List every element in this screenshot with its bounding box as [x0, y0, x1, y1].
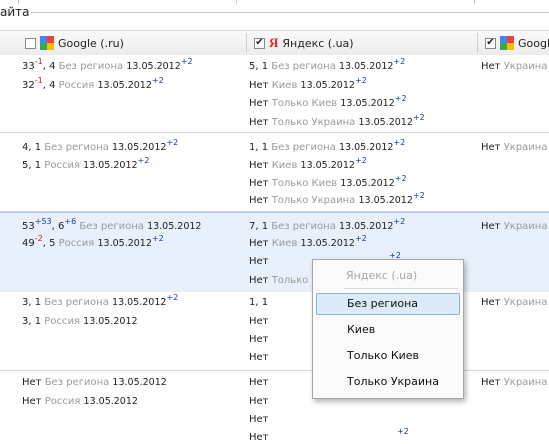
menu-item-no-region[interactable]: Без региона	[316, 293, 460, 315]
yandex-entry: Нет Только Киев 13.05.2012+2	[249, 94, 407, 110]
table-row[interactable]: 3, 1 Без региона 13.05.2012+2 3, 1 Росси…	[0, 292, 549, 371]
google-ru-entry: 3, 1 Россия 13.05.2012	[22, 316, 138, 327]
column-label: Яндекс (.ua)	[282, 36, 354, 50]
column-label: Google	[518, 36, 549, 50]
google-ru-entry: 4, 1 Без региона 13.05.2012+2	[22, 138, 179, 154]
divider-nub	[474, 0, 475, 4]
google-ru-entry: 49-2, 5 Россия 13.05.2012+2	[22, 234, 164, 250]
column-header-google[interactable]: ✔ Google	[485, 31, 549, 55]
column-header: Google (.ru) ✔ Я Яндекс (.ua) ✔ Google	[0, 30, 549, 56]
yandex-entry: Нет Только Украина 13.05.2012+2	[249, 113, 425, 129]
yandex-entry: Нет Киев 13.05.2012+2	[249, 234, 367, 250]
yandex-entry: Нет	[249, 316, 269, 327]
column-header-google-ru[interactable]: Google (.ru)	[25, 31, 124, 55]
yandex-entry: 1, 1 Без региона 13.05.2012+2	[249, 138, 406, 154]
table-row[interactable]: Нет Без региона 13.05.2012 Нет Россия 13…	[0, 371, 549, 444]
column-checkbox[interactable]	[25, 37, 36, 49]
column-divider[interactable]	[246, 33, 247, 53]
table-row-selected[interactable]: 53+53, 6+6 Без региона 13.05.2012 49-2, …	[0, 212, 549, 293]
google-icon	[40, 36, 54, 50]
menu-separator	[344, 288, 458, 289]
context-menu-header: Яндекс (.ua)	[346, 269, 418, 282]
yandex-entry: Нет	[249, 377, 269, 388]
column-checkbox[interactable]: ✔	[254, 37, 265, 49]
google-ru-entry: 32-1, 4 Россия 13.05.2012+2	[22, 76, 164, 92]
context-menu: Яндекс (.ua) Без региона Киев Только Кие…	[312, 259, 464, 399]
menu-item-only-ukraine[interactable]: Только Украина	[316, 371, 460, 393]
yandex-entry: Нет +2	[249, 427, 409, 444]
google-ru-entry: 3, 1 Без региона 13.05.2012+2	[22, 293, 179, 309]
divider-nub	[236, 0, 237, 4]
yandex-entry: 5, 1 Без региона 13.05.2012+2	[249, 57, 406, 73]
table-row[interactable]: 4, 1 Без региона 13.05.2012+2 5, 1 Росси…	[0, 133, 549, 212]
yandex-entry: Нет Киев 13.05.2012+2	[249, 76, 367, 92]
divider-nub	[18, 0, 19, 4]
column-label: Google (.ru)	[58, 36, 124, 50]
google-ru-entry: Нет Без региона 13.05.2012	[22, 377, 167, 388]
google-ru-entry: 53+53, 6+6 Без региона 13.05.2012	[22, 217, 202, 233]
column-checkbox[interactable]: ✔	[485, 37, 496, 49]
google-entry: Нет Украина	[481, 297, 548, 308]
yandex-entry: 1, 1	[249, 297, 269, 308]
yandex-entry: Нет Только	[249, 275, 309, 286]
yandex-entry: Нет	[249, 352, 269, 363]
google-entry: Нет Украина	[481, 377, 548, 388]
yandex-entry: Нет Киев 13.05.2012+2	[249, 156, 367, 172]
google-ru-entry: 5, 1 Россия 13.05.2012+2	[22, 156, 150, 172]
yandex-entry: Нет	[249, 396, 269, 407]
yandex-entry: Нет Только Украина 13.05.2012+2	[249, 191, 425, 207]
separator-rule	[31, 12, 549, 13]
menu-item-kiev[interactable]: Киев	[316, 319, 460, 341]
top-strip: айта	[0, 0, 549, 23]
yandex-entry: Нет	[249, 334, 269, 345]
table-row[interactable]: 33-1, 4 Без региона 13.05.2012+2 32-1, 4…	[0, 55, 549, 133]
google-entry: Нет Украина	[481, 142, 548, 153]
site-tab-label: айта	[0, 5, 30, 19]
google-entry: Нет Украина	[481, 221, 548, 232]
google-ru-entry: Нет Россия 13.05.2012	[22, 396, 138, 407]
yandex-entry: 7, 1 Без региона 13.05.2012+2	[249, 217, 406, 233]
google-entry: Нет Украина	[481, 61, 548, 72]
column-divider[interactable]	[477, 33, 478, 53]
column-header-yandex-ua[interactable]: ✔ Я Яндекс (.ua)	[254, 31, 354, 55]
yandex-entry: Нет	[249, 414, 269, 425]
yandex-icon: Я	[269, 35, 279, 50]
yandex-entry: Нет +2	[249, 251, 401, 268]
menu-item-only-kiev[interactable]: Только Киев	[316, 345, 460, 367]
google-ru-entry: 33-1, 4 Без региона 13.05.2012+2	[22, 57, 193, 73]
google-icon	[500, 36, 514, 50]
yandex-entry: Нет Только Киев 13.05.2012+2	[249, 174, 407, 190]
